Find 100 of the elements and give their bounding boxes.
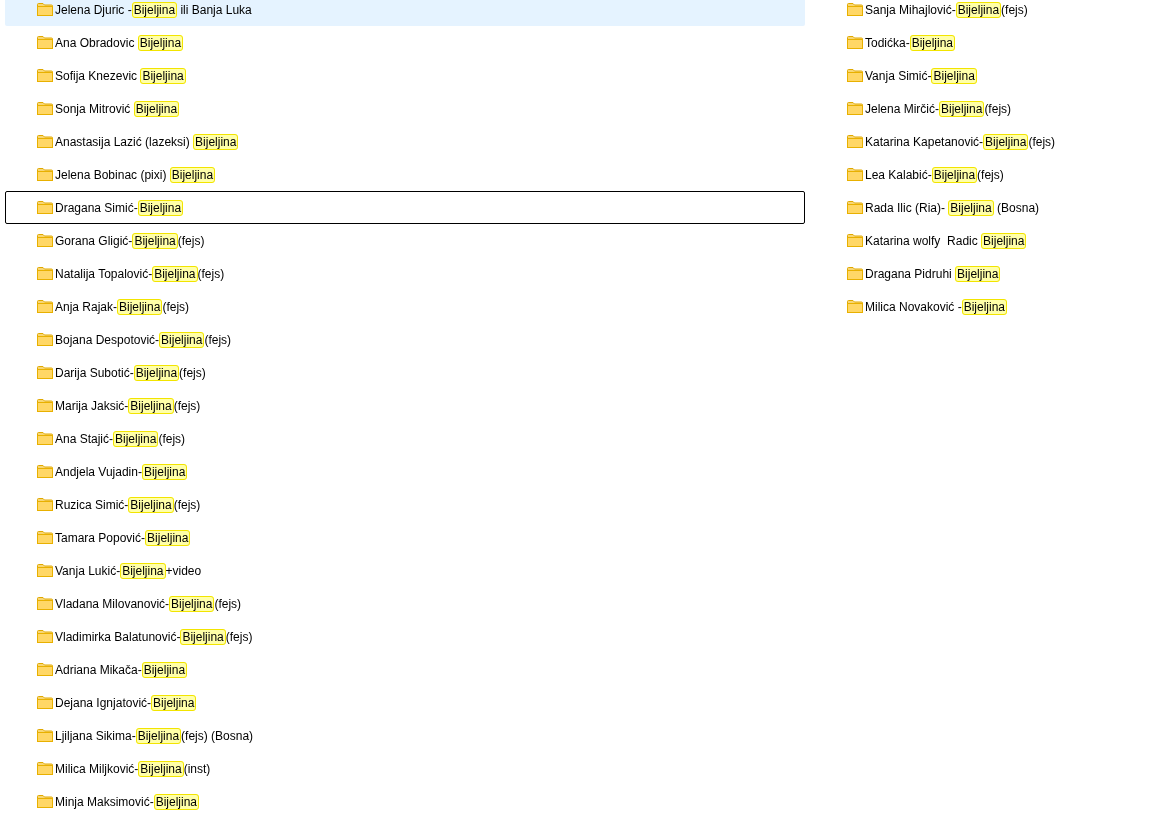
- folder-icon: [37, 36, 53, 49]
- folder-item[interactable]: Sonja Mitrović Bijeljina: [5, 92, 805, 125]
- folder-name: Vladana Milovanović- Bijeljina (fejs): [55, 595, 242, 612]
- folder-item[interactable]: Jelena Bobinac (pixi) Bijeljina: [5, 158, 805, 191]
- folder-icon: [37, 168, 53, 181]
- folder-name: Ljiljana Sikima- Bijeljina (fejs) (Bosna): [55, 727, 254, 744]
- folder-item[interactable]: Andjela Vujadin- Bijeljina: [5, 455, 805, 488]
- folder-name: Katarina Kapetanović- Bijeljina (fejs): [865, 133, 1056, 150]
- folder-item[interactable]: Natalija Topalović- Bijeljina (fejs): [5, 257, 805, 290]
- folder-icon: [37, 729, 53, 742]
- folder-icon: [847, 69, 863, 82]
- folder-name: Marija Jaksić- Bijeljina (fejs): [55, 397, 201, 414]
- folder-name: Jelena Mirčić- Bijeljina (fejs): [865, 100, 1012, 117]
- folder-item[interactable]: Rada Ilic (Ria)- Bijeljina (Bosna): [840, 191, 1140, 224]
- folder-icon: [37, 69, 53, 82]
- folder-icon: [37, 696, 53, 709]
- folder-item[interactable]: Todićka- Bijeljina: [840, 26, 1140, 59]
- folder-item[interactable]: Adriana Mikača- Bijeljina: [5, 653, 805, 686]
- folder-icon: [37, 465, 53, 478]
- folder-item[interactable]: Gorana Gligić- Bijeljina (fejs): [5, 224, 805, 257]
- folder-icon: [37, 597, 53, 610]
- folder-icon: [847, 3, 863, 16]
- folder-icon: [847, 102, 863, 115]
- folder-item[interactable]: Katarina Kapetanović- Bijeljina (fejs): [840, 125, 1140, 158]
- folder-name: Darija Subotić- Bijeljina (fejs): [55, 364, 206, 381]
- folder-name: Minja Maksimović- Bijeljina: [55, 793, 200, 810]
- folder-icon: [847, 234, 863, 247]
- folder-item[interactable]: Anastasija Lazić (lazeksi) Bijeljina: [5, 125, 805, 158]
- folder-name: Ana Obradovic Bijeljina: [55, 34, 184, 51]
- folder-name: Jelena Bobinac (pixi) Bijeljina: [55, 166, 216, 183]
- folder-icon: [37, 531, 53, 544]
- folder-name: Katarina wolfy Radic Bijeljina: [865, 232, 1027, 249]
- folder-icon: [37, 267, 53, 280]
- folder-name: Dejana Ignjatović- Bijeljina: [55, 694, 197, 711]
- folder-item[interactable]: Ana Obradovic Bijeljina: [5, 26, 805, 59]
- folder-item[interactable]: Vladimirka Balatunović- Bijeljina (fejs): [5, 620, 805, 653]
- folder-name: Vladimirka Balatunović- Bijeljina (fejs): [55, 628, 253, 645]
- folder-item[interactable]: Katarina wolfy Radic Bijeljina: [840, 224, 1140, 257]
- folder-icon: [37, 399, 53, 412]
- folder-item[interactable]: Vanja Simić- Bijeljina: [840, 59, 1140, 92]
- folder-name: Andjela Vujadin- Bijeljina: [55, 463, 188, 480]
- folder-icon: [37, 663, 53, 676]
- folder-name: Rada Ilic (Ria)- Bijeljina (Bosna): [865, 199, 1040, 216]
- folder-name: Ruzica Simić- Bijeljina (fejs): [55, 496, 201, 513]
- folder-item[interactable]: Sanja Mihajlović- Bijeljina (fejs): [840, 0, 1140, 26]
- folder-icon: [847, 168, 863, 181]
- folder-item[interactable]: Ana Stajić- Bijeljina (fejs): [5, 422, 805, 455]
- folder-item[interactable]: Milica Novaković - Bijeljina: [840, 290, 1140, 323]
- folder-item[interactable]: Lea Kalabić- Bijeljina (fejs): [840, 158, 1140, 191]
- folder-icon: [37, 3, 53, 16]
- folder-item[interactable]: Minja Maksimović- Bijeljina: [5, 785, 805, 818]
- folder-icon: [37, 201, 53, 214]
- folder-item[interactable]: Darija Subotić- Bijeljina (fejs): [5, 356, 805, 389]
- folder-icon: [37, 135, 53, 148]
- folder-name: Milica Novaković - Bijeljina: [865, 298, 1008, 315]
- folder-icon: [37, 630, 53, 643]
- folder-item[interactable]: Vladana Milovanović- Bijeljina (fejs): [5, 587, 805, 620]
- folder-name: Bojana Despotović- Bijeljina (fejs): [55, 331, 232, 348]
- folder-icon: [37, 498, 53, 511]
- folder-name: Vanja Lukić- Bijeljina +video: [55, 562, 202, 579]
- folder-item[interactable]: Sofija Knezevic Bijeljina: [5, 59, 805, 92]
- folder-name: Lea Kalabić- Bijeljina (fejs): [865, 166, 1004, 183]
- folder-name: Natalija Topalović- Bijeljina (fejs): [55, 265, 225, 282]
- folder-icon: [37, 234, 53, 247]
- folder-item[interactable]: Jelena Mirčić- Bijeljina (fejs): [840, 92, 1140, 125]
- folder-item[interactable]: Milica Miljković- Bijeljina (inst): [5, 752, 805, 785]
- folder-icon: [37, 795, 53, 808]
- folder-item[interactable]: Dejana Ignjatović- Bijeljina: [5, 686, 805, 719]
- folder-icon: [847, 201, 863, 214]
- folder-name: Adriana Mikača- Bijeljina: [55, 661, 188, 678]
- folder-icon: [37, 762, 53, 775]
- folder-item[interactable]: Dragana Simić- Bijeljina: [5, 191, 805, 224]
- folder-name: Anastasija Lazić (lazeksi) Bijeljina: [55, 133, 239, 150]
- folder-item[interactable]: Anja Rajak- Bijeljina (fejs): [5, 290, 805, 323]
- folder-icon: [37, 564, 53, 577]
- folder-item[interactable]: Bojana Despotović- Bijeljina (fejs): [5, 323, 805, 356]
- folder-name: Dragana Simić- Bijeljina: [55, 199, 184, 216]
- folder-icon: [37, 366, 53, 379]
- folder-item[interactable]: Jelena Djuric - Bijeljina ili Banja Luka: [5, 0, 805, 26]
- folder-icon: [37, 333, 53, 346]
- folder-name: Ana Stajić- Bijeljina (fejs): [55, 430, 186, 447]
- folder-name: Dragana Pidruhi Bijeljina: [865, 265, 1001, 282]
- folder-item[interactable]: Ruzica Simić- Bijeljina (fejs): [5, 488, 805, 521]
- folder-icon: [847, 300, 863, 313]
- folder-name: Milica Miljković- Bijeljina (inst): [55, 760, 211, 777]
- folder-icon: [37, 432, 53, 445]
- folder-item[interactable]: Tamara Popović- Bijeljina: [5, 521, 805, 554]
- folder-item[interactable]: Dragana Pidruhi Bijeljina: [840, 257, 1140, 290]
- folder-icon: [847, 36, 863, 49]
- folder-icon: [37, 300, 53, 313]
- folder-name: Todićka- Bijeljina: [865, 34, 956, 51]
- folder-name: Anja Rajak- Bijeljina (fejs): [55, 298, 190, 315]
- folder-name: Sonja Mitrović Bijeljina: [55, 100, 180, 117]
- folder-item[interactable]: Ljiljana Sikima- Bijeljina (fejs) (Bosna): [5, 719, 805, 752]
- folder-name: Sofija Knezevic Bijeljina: [55, 67, 186, 84]
- folder-item[interactable]: Vanja Lukić- Bijeljina +video: [5, 554, 805, 587]
- folder-name: Sanja Mihajlović- Bijeljina (fejs): [865, 1, 1028, 18]
- folder-icon: [847, 135, 863, 148]
- folder-name: Vanja Simić- Bijeljina: [865, 67, 977, 84]
- folder-item[interactable]: Marija Jaksić- Bijeljina (fejs): [5, 389, 805, 422]
